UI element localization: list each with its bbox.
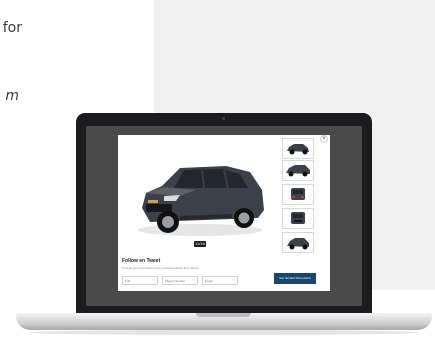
suv-car-icon: [138, 166, 264, 236]
webcam-icon: [222, 117, 225, 120]
laptop-shadow: [30, 330, 418, 335]
phone-field[interactable]: [162, 276, 198, 285]
name-field[interactable]: [122, 276, 158, 285]
thumbnail-5[interactable]: [282, 232, 314, 253]
form-title: Follow en Tweet: [122, 258, 161, 264]
thumbnail-3[interactable]: [282, 184, 314, 205]
close-icon[interactable]: ×: [320, 135, 328, 143]
submit-button[interactable]: Get Verified Price Alerts: [274, 273, 316, 284]
side-text-top: for: [2, 20, 22, 36]
image-counter: 11/16: [194, 241, 206, 247]
form-subtitle: Provide your info below to be contacted …: [122, 266, 199, 270]
email-field[interactable]: [202, 276, 238, 285]
main-vehicle-image[interactable]: [124, 138, 277, 251]
side-text-middle: m: [5, 88, 19, 104]
thumbnail-1[interactable]: [282, 138, 314, 159]
thumbnail-2[interactable]: [282, 160, 314, 181]
thumbnail-4[interactable]: [282, 208, 314, 229]
thumbnail-strip: [282, 138, 314, 256]
laptop-notch: [196, 313, 251, 317]
